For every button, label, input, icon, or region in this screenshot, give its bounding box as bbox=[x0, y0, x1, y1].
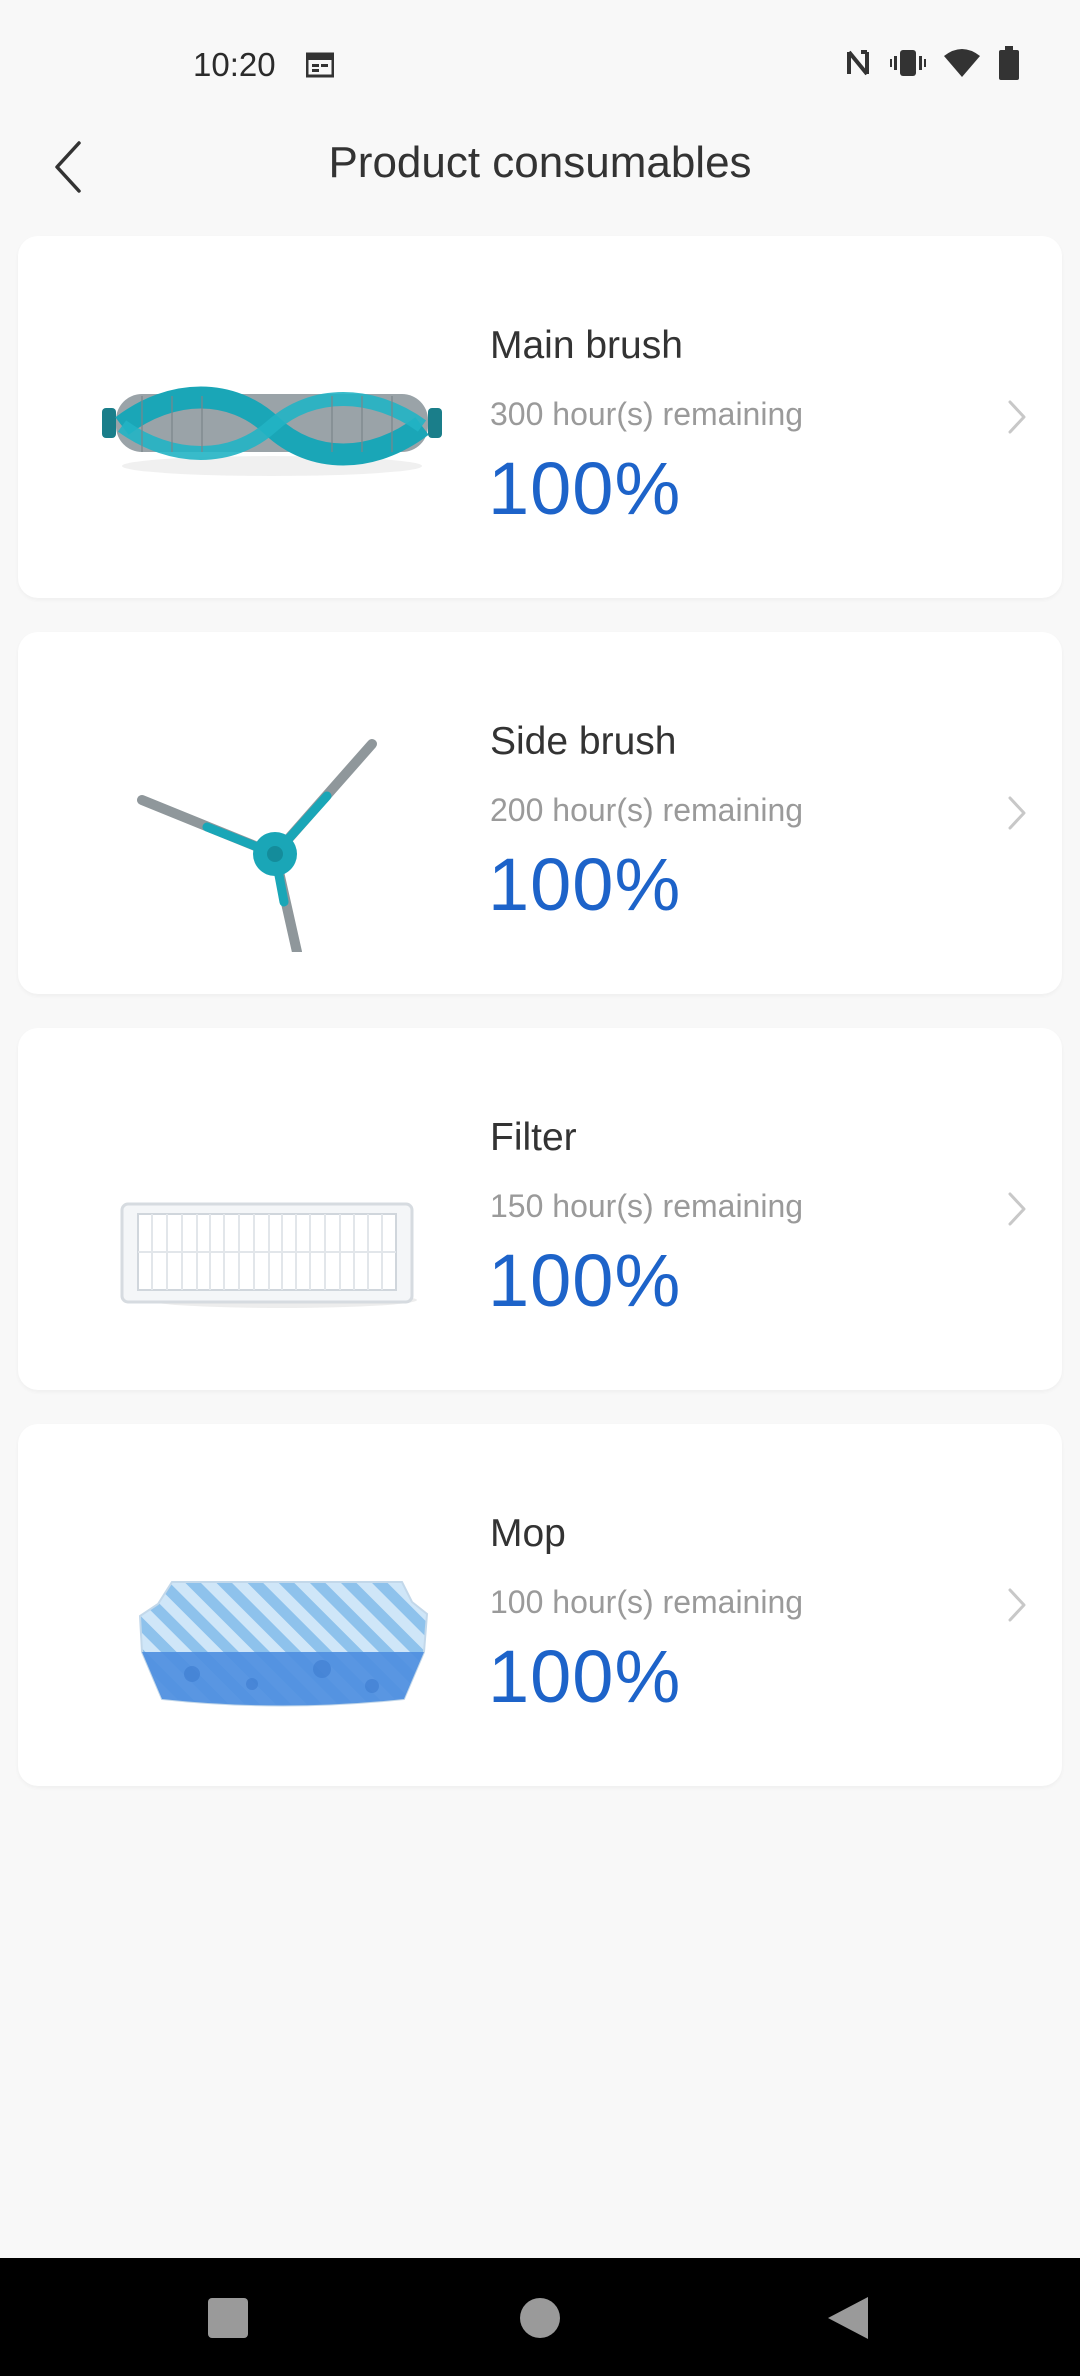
consumable-name: Side brush bbox=[490, 720, 677, 763]
vibrate-icon bbox=[890, 50, 926, 76]
consumable-remaining: 200 hour(s) remaining bbox=[490, 792, 804, 828]
consumable-name: Mop bbox=[490, 1512, 566, 1555]
consumable-card-side-brush[interactable]: Side brush 200 hour(s) remaining 100% bbox=[18, 632, 1062, 994]
back-triangle-icon bbox=[828, 2297, 868, 2339]
consumable-name: Main brush bbox=[490, 324, 683, 367]
nav-back-button[interactable] bbox=[818, 2288, 878, 2348]
side-brush-image bbox=[137, 739, 377, 952]
consumable-percent: 100% bbox=[488, 1239, 682, 1322]
system-nav-bar bbox=[0, 2258, 1080, 2376]
consumable-remaining: 300 hour(s) remaining bbox=[490, 396, 804, 432]
consumable-card-main-brush[interactable]: Main brush 300 hour(s) remaining 100% bbox=[18, 236, 1062, 598]
main-brush-image bbox=[102, 386, 442, 476]
consumable-percent: 100% bbox=[488, 447, 682, 530]
recents-icon bbox=[208, 2298, 248, 2338]
consumable-remaining: 100 hour(s) remaining bbox=[490, 1584, 804, 1620]
consumable-card-filter[interactable]: Filter 150 hour(s) remaining 100% bbox=[18, 1028, 1062, 1390]
chevron-right-icon bbox=[1008, 400, 1026, 434]
consumable-percent: 100% bbox=[488, 843, 682, 926]
consumable-remaining: 150 hour(s) remaining bbox=[490, 1188, 804, 1224]
consumable-card-mop[interactable]: Mop 100 hour(s) remaining 100% bbox=[18, 1424, 1062, 1786]
battery-icon bbox=[999, 46, 1019, 80]
page-title: Product consumables bbox=[328, 138, 752, 187]
chevron-right-icon bbox=[1008, 1192, 1026, 1226]
wifi-icon bbox=[944, 49, 980, 77]
nfc-icon bbox=[847, 50, 869, 76]
calendar-icon bbox=[306, 52, 334, 78]
filter-image bbox=[120, 1202, 417, 1308]
mop-image bbox=[138, 1581, 429, 1707]
recents-button[interactable] bbox=[198, 2288, 258, 2348]
header: Product consumables bbox=[0, 110, 1080, 220]
consumable-name: Filter bbox=[490, 1116, 577, 1159]
consumable-percent: 100% bbox=[488, 1635, 682, 1718]
home-button[interactable] bbox=[510, 2288, 570, 2348]
status-time: 10:20 bbox=[193, 46, 276, 83]
chevron-right-icon bbox=[1008, 1588, 1026, 1622]
home-icon bbox=[520, 2298, 560, 2338]
chevron-right-icon bbox=[1008, 796, 1026, 830]
